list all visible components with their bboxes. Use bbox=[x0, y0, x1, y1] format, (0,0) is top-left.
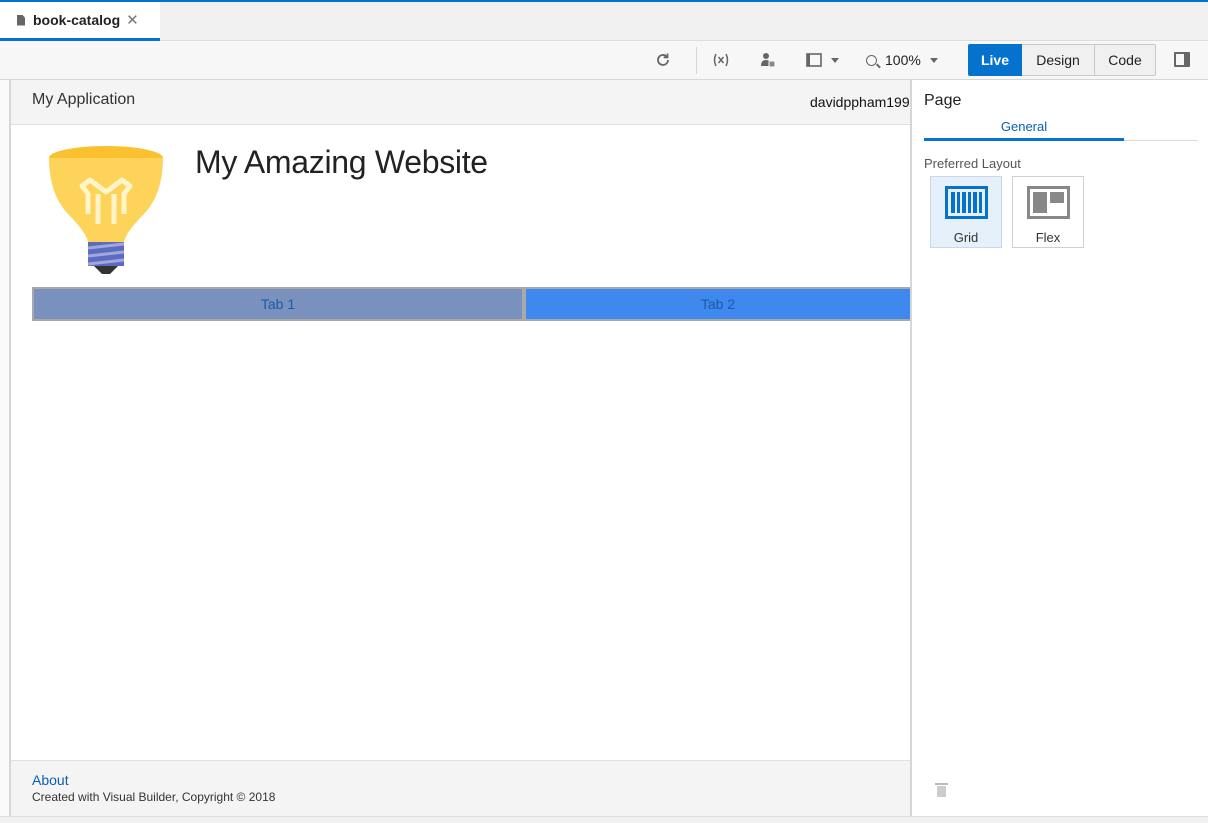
inspector-title: Page bbox=[924, 92, 962, 109]
property-inspector: Page General Preferred Layout Grid Flex bbox=[910, 80, 1208, 816]
close-icon[interactable]: ✕ bbox=[126, 13, 139, 28]
code-mode-button[interactable]: Code bbox=[1095, 44, 1156, 76]
zoom-value: 100% bbox=[885, 52, 921, 68]
design-mode-button[interactable]: Design bbox=[1022, 44, 1095, 76]
site-title: My Amazing Website bbox=[195, 144, 488, 180]
zoom-icon bbox=[866, 54, 877, 66]
refresh-icon[interactable] bbox=[652, 49, 674, 71]
preferred-layout-label: Preferred Layout bbox=[924, 156, 1021, 171]
live-mode-button[interactable]: Live bbox=[968, 44, 1022, 76]
toggle-panel-icon[interactable] bbox=[1174, 52, 1190, 67]
document-tab-book-catalog[interactable]: book-catalog ✕ bbox=[0, 2, 160, 41]
user-roles-icon[interactable] bbox=[757, 49, 779, 71]
app-header: My Application davidppham199 bbox=[11, 80, 910, 125]
device-frame-icon[interactable] bbox=[806, 49, 842, 71]
grid-layout-label: Grid bbox=[953, 230, 979, 245]
designer-toolbar: 100% Live Design Code bbox=[0, 41, 1208, 80]
tab-1[interactable]: Tab 1 bbox=[32, 287, 524, 321]
lightbulb-logo bbox=[49, 146, 163, 274]
trash-icon[interactable] bbox=[935, 783, 948, 797]
toolbar-separator bbox=[696, 47, 697, 74]
grid-layout-option[interactable]: Grid bbox=[930, 176, 1002, 248]
inspector-tabs: General bbox=[924, 119, 1198, 141]
footer-copyright: Created with Visual Builder, Copyright ©… bbox=[32, 790, 276, 804]
document-tab-label: book-catalog bbox=[33, 12, 121, 28]
page-canvas: My Application davidppham199 My Amazing … bbox=[11, 80, 910, 816]
flex-layout-option[interactable]: Flex bbox=[1012, 176, 1084, 248]
app-title: My Application bbox=[32, 91, 136, 108]
app-footer: About Created with Visual Builder, Copyr… bbox=[11, 760, 910, 816]
user-menu[interactable]: davidppham199 bbox=[810, 94, 910, 110]
chevron-down-icon bbox=[929, 57, 938, 63]
tab-general[interactable]: General bbox=[924, 119, 1124, 141]
tab-2[interactable]: Tab 2 bbox=[524, 287, 910, 321]
zoom-selector[interactable]: 100% bbox=[866, 49, 938, 71]
flex-layout-label: Flex bbox=[1035, 230, 1061, 245]
variables-icon[interactable] bbox=[710, 49, 732, 71]
bottom-bar bbox=[0, 816, 1208, 823]
canvas-gutter bbox=[0, 80, 11, 816]
document-tab-strip: book-catalog ✕ bbox=[0, 0, 1208, 41]
about-link[interactable]: About bbox=[32, 772, 69, 788]
app-tab-bar: Tab 1 Tab 2 bbox=[32, 287, 910, 321]
file-icon bbox=[17, 14, 25, 26]
grid-layout-icon bbox=[945, 186, 988, 219]
flex-layout-icon bbox=[1027, 186, 1070, 219]
view-mode-toggle: Live Design Code bbox=[968, 44, 1156, 76]
chevron-down-icon bbox=[831, 57, 839, 63]
